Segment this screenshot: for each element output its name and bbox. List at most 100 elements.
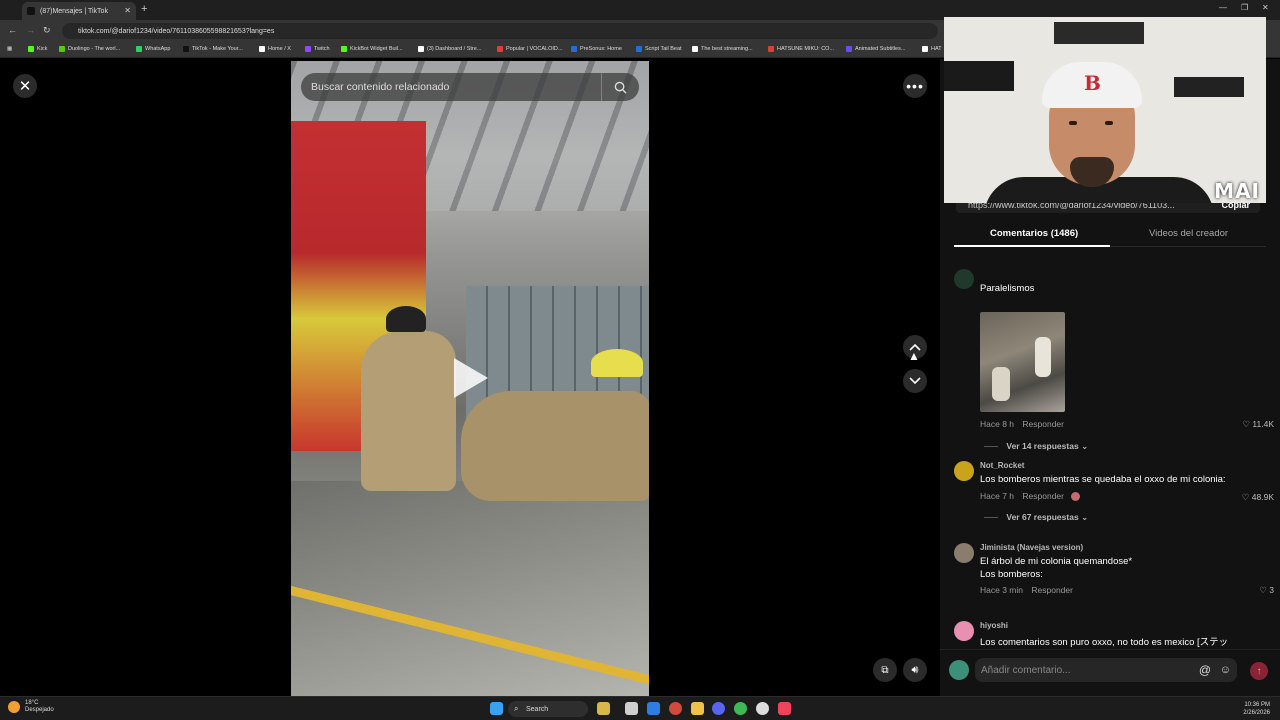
next-video-button[interactable] bbox=[903, 369, 927, 393]
tab-creator-videos[interactable]: Videos del creador bbox=[1149, 228, 1228, 239]
search-icon[interactable] bbox=[601, 73, 639, 101]
chatgpt-icon[interactable] bbox=[756, 702, 769, 715]
arrow-up-icon: ↑ bbox=[1256, 665, 1262, 677]
bookmark-label: Script Tail Beat bbox=[645, 46, 682, 52]
tab-comments[interactable]: Comentarios (1486) bbox=[990, 228, 1078, 239]
apps-grid-icon[interactable]: ▦ bbox=[7, 46, 12, 52]
discord-icon[interactable] bbox=[712, 702, 725, 715]
bookmark-favicon-icon bbox=[136, 46, 142, 52]
comment-text: Los comentarios son puro oxxo, no todo e… bbox=[980, 637, 1229, 648]
view-replies-label: Ver 67 respuestas bbox=[1006, 512, 1079, 522]
mention-icon[interactable]: @ bbox=[1199, 663, 1211, 677]
music-icon[interactable] bbox=[778, 702, 791, 715]
comment-author[interactable]: Jiminista (Navejas version) bbox=[980, 543, 1083, 552]
volume-icon: 🔊︎ bbox=[911, 663, 919, 676]
bookmark-item[interactable]: KickBot Widget Buil... bbox=[341, 46, 403, 52]
avatar[interactable] bbox=[954, 269, 974, 289]
avatar[interactable] bbox=[954, 461, 974, 481]
bookmark-item[interactable]: Animated Subtitles... bbox=[846, 46, 905, 52]
new-tab-icon[interactable]: + bbox=[141, 3, 147, 15]
reply-button[interactable]: Responder bbox=[1022, 419, 1064, 429]
tiktok-favicon-icon bbox=[27, 7, 35, 15]
bookmark-favicon-icon bbox=[305, 46, 311, 52]
mouse-cursor-icon: ▲ bbox=[908, 349, 920, 363]
view-replies-button[interactable]: Ver 14 respuestas ⌄ bbox=[984, 441, 1088, 452]
bookmark-item[interactable]: HATSUNE MIKU: CO... bbox=[768, 46, 834, 52]
comment-input-placeholder: Añadir comentario... bbox=[981, 664, 1071, 676]
bookmark-item[interactable]: TikTok - Make Your... bbox=[183, 46, 243, 52]
edge-icon[interactable] bbox=[647, 702, 660, 715]
play-icon[interactable] bbox=[454, 358, 488, 398]
volume-button[interactable]: 🔊︎ bbox=[903, 658, 927, 682]
url-field[interactable]: tiktok.com/@dariof1234/video/76110386055… bbox=[62, 23, 938, 39]
streamer-tag: MAI bbox=[1214, 179, 1260, 203]
send-comment-button[interactable]: ↑ bbox=[1250, 662, 1268, 680]
reply-button[interactable]: Responder bbox=[1022, 491, 1064, 501]
panel-tabs: Comentarios (1486) Videos del creador bbox=[954, 221, 1266, 247]
related-search-input[interactable]: Buscar contenido relacionado bbox=[301, 73, 639, 101]
comment-author[interactable]: Not_Rocket bbox=[980, 461, 1024, 470]
bookmark-item[interactable]: PreSonus: Home bbox=[571, 46, 622, 52]
view-replies-button[interactable]: Ver 67 respuestas ⌄ bbox=[984, 512, 1088, 523]
comment-meta: Hace 3 min Responder bbox=[980, 585, 1073, 595]
chrome-icon[interactable] bbox=[734, 702, 747, 715]
like-button[interactable]: ♡ 3 bbox=[1259, 585, 1274, 596]
bookmark-item[interactable]: WhatsApp bbox=[136, 46, 170, 52]
reload-icon[interactable]: ↻ bbox=[43, 25, 51, 36]
bookmark-label: Animated Subtitles... bbox=[855, 46, 906, 52]
like-button[interactable]: ♡ 11.4K bbox=[1242, 419, 1274, 430]
more-options-button[interactable]: ••• bbox=[903, 74, 927, 98]
webcam-eye bbox=[1105, 121, 1113, 125]
comment-item: Not_Rocket Los bomberos mientras se qued… bbox=[954, 461, 1274, 531]
bookmark-item[interactable]: Popular | VOCALOID... bbox=[497, 46, 562, 52]
webcam-shelf bbox=[1054, 22, 1144, 44]
maximize-icon[interactable]: ❐ bbox=[1241, 3, 1248, 12]
comment-input[interactable]: Añadir comentario... @ ☺ bbox=[975, 658, 1237, 682]
bookmark-item[interactable]: The best streaming... bbox=[692, 46, 753, 52]
start-icon[interactable] bbox=[490, 702, 503, 715]
taskbar-search[interactable]: ⌕ Search bbox=[508, 701, 588, 717]
webcam-overlay: B MAI bbox=[944, 17, 1266, 203]
bookmark-item[interactable]: HAT bbox=[922, 46, 942, 52]
clock-date: 2/26/2026 bbox=[1243, 710, 1270, 716]
forward-icon[interactable]: → bbox=[26, 25, 35, 35]
avatar[interactable] bbox=[954, 543, 974, 563]
comment-image[interactable] bbox=[980, 312, 1065, 412]
bookmark-label: PreSonus: Home bbox=[580, 46, 622, 52]
comment-author[interactable]: hiyoshi bbox=[980, 621, 1008, 630]
comment-meta: Hace 8 h Responder bbox=[980, 419, 1064, 429]
picture-in-picture-button[interactable]: ⧉ bbox=[873, 658, 897, 682]
browser-tab[interactable]: (87)Mensajes | TikTok ✕ bbox=[22, 2, 136, 20]
task-view-icon[interactable] bbox=[625, 702, 638, 715]
back-icon[interactable]: ← bbox=[8, 25, 17, 35]
close-viewer-button[interactable]: ✕ bbox=[13, 74, 37, 98]
clock[interactable]: 10:36 PM 2/26/2026 bbox=[1243, 701, 1270, 717]
bookmark-item[interactable]: Kick bbox=[28, 46, 47, 52]
widgets-icon[interactable] bbox=[597, 702, 610, 715]
bookmark-item[interactable]: (3) Dashboard / Stre... bbox=[418, 46, 481, 52]
bookmark-favicon-icon bbox=[341, 46, 347, 52]
video-player[interactable]: Buscar contenido relacionado bbox=[291, 61, 649, 696]
comment-item: Jiminista (Navejas version) El árbol de … bbox=[954, 543, 1274, 603]
bookmark-item[interactable]: Script Tail Beat bbox=[636, 46, 682, 52]
weather-widget[interactable]: 18°C Despejado bbox=[8, 700, 54, 714]
comment-input-bar: Añadir comentario... @ ☺ ↑ bbox=[940, 649, 1280, 689]
minimize-icon[interactable]: — bbox=[1219, 3, 1227, 12]
like-count: 3 bbox=[1269, 585, 1274, 595]
game-icon[interactable] bbox=[669, 702, 682, 715]
emoji-icon[interactable]: ☺ bbox=[1220, 664, 1231, 676]
like-button[interactable]: ♡ 48.9K bbox=[1242, 492, 1274, 503]
window-close-icon[interactable]: ✕ bbox=[1262, 3, 1269, 12]
avatar[interactable] bbox=[954, 621, 974, 641]
file-explorer-icon[interactable] bbox=[691, 702, 704, 715]
reply-button[interactable]: Responder bbox=[1031, 585, 1073, 595]
browser-tab-title: (87)Mensajes | TikTok bbox=[40, 7, 108, 15]
avatar bbox=[949, 660, 969, 680]
bookmark-label: Popular | VOCALOID... bbox=[506, 46, 563, 52]
bookmark-favicon-icon bbox=[28, 46, 34, 52]
chevron-down-icon bbox=[909, 377, 921, 385]
close-tab-icon[interactable]: ✕ bbox=[124, 6, 131, 15]
bookmark-item[interactable]: Home / X bbox=[259, 46, 291, 52]
bookmark-item[interactable]: Duolingo - The worl... bbox=[59, 46, 120, 52]
bookmark-item[interactable]: Twitch bbox=[305, 46, 330, 52]
